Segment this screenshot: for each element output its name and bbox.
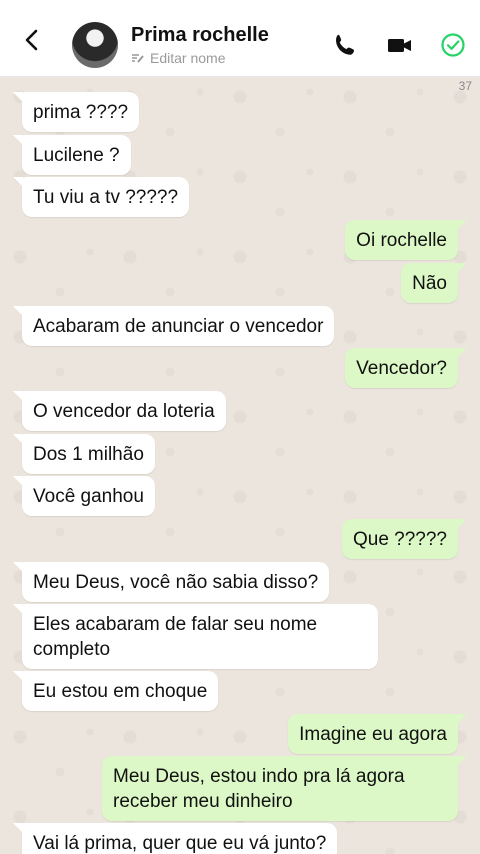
avatar[interactable]: [72, 22, 118, 68]
message-bubble-incoming: Você ganhou: [13, 476, 155, 516]
message-bubble-incoming: Acabaram de anunciar o vencedor: [12, 306, 335, 346]
message-bubble-incoming: Lucilene ?: [13, 135, 131, 175]
message-bubble-outgoing: Vencedor?: [345, 348, 467, 388]
message-bubble-outgoing: Não: [401, 263, 467, 303]
message-bubble-outgoing: Que ?????: [341, 519, 468, 559]
message-bubble-incoming: prima ????: [12, 92, 140, 132]
back-arrow-icon[interactable]: [20, 28, 44, 52]
message-bubble-incoming: Meu Deus, você não sabia disso?: [12, 562, 330, 602]
message-bubble-outgoing: Meu Deus, estou indo pra lá agora recebe…: [102, 756, 467, 821]
message-bubble-incoming: Eu estou em choque: [12, 671, 219, 711]
message-bubble-outgoing: Oi rochelle: [345, 220, 467, 260]
contact-name[interactable]: Prima rochelle: [131, 24, 269, 47]
message-bubble-outgoing: Imagine eu agora: [288, 714, 467, 754]
edit-name-label: Editar nome: [150, 50, 226, 66]
edit-name-button[interactable]: Editar nome: [131, 50, 225, 66]
message-bubble-incoming: Vai lá prima, quer que eu vá junto?: [12, 823, 338, 854]
message-count: 37: [458, 79, 472, 93]
message-bubble-incoming: Eles acabaram de falar seu nome completo: [13, 604, 378, 669]
pencil-lines-icon: [132, 54, 144, 63]
message-bubble-incoming: Dos 1 milhão: [13, 434, 155, 474]
check-circle-icon[interactable]: [440, 32, 466, 58]
chat-area[interactable]: 37 prima ???? Lucilene ? Tu viu a tv ???…: [0, 77, 480, 854]
video-camera-icon[interactable]: [387, 32, 413, 58]
chat-header: Prima rochelle Editar nome: [0, 0, 480, 77]
phone-icon[interactable]: [333, 32, 359, 58]
message-bubble-incoming: O vencedor da loteria: [13, 391, 226, 431]
message-bubble-incoming: Tu viu a tv ?????: [12, 177, 190, 217]
